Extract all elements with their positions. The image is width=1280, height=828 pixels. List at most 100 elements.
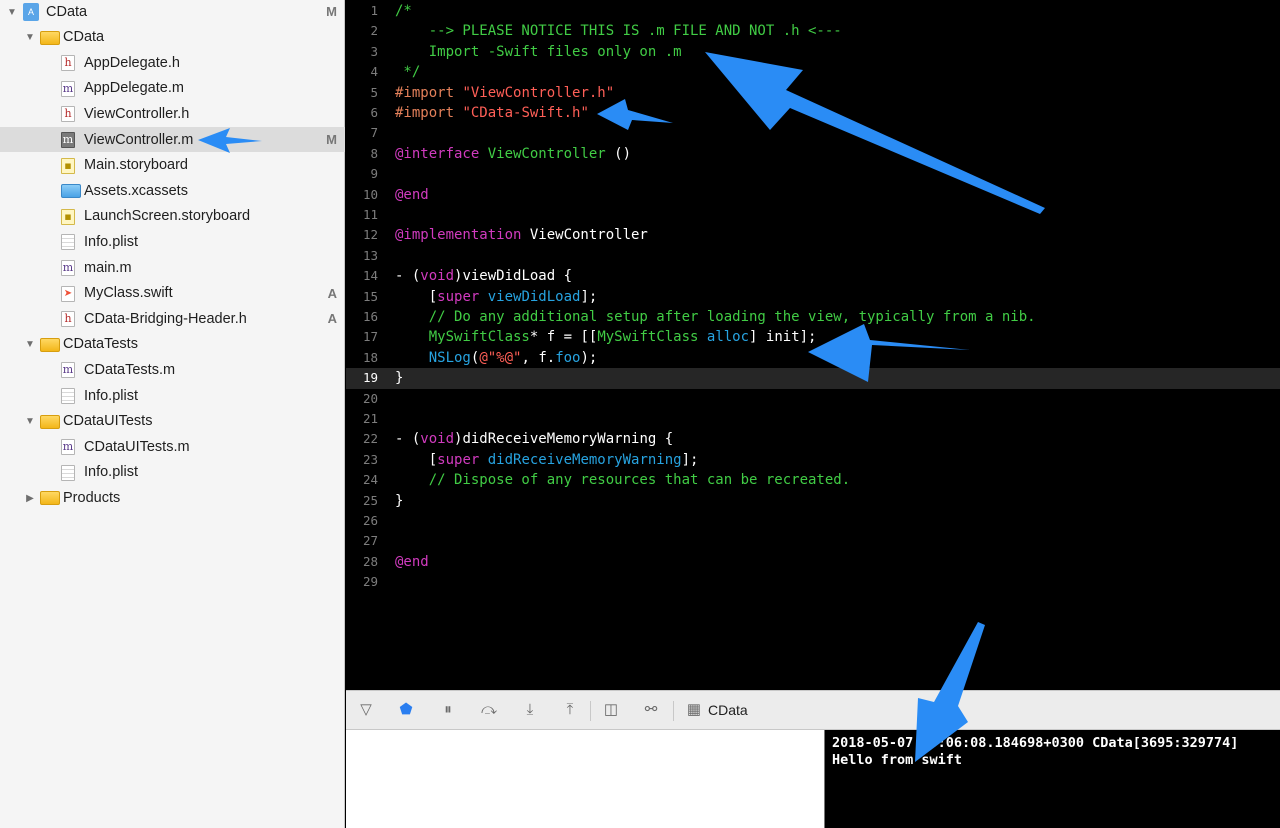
code-token: "ViewController.h" xyxy=(462,84,615,101)
code-line[interactable]: 5 #import "ViewController.h" xyxy=(346,83,1280,103)
code-line[interactable]: 23 [super didReceiveMemoryWarning]; xyxy=(346,450,1280,470)
swift-file-icon: ➤ xyxy=(61,285,75,302)
code-editor[interactable]: 1 /* 2 --> PLEASE NOTICE THIS IS .m FILE A… xyxy=(346,0,1280,690)
line-number: 17 xyxy=(362,329,378,345)
step-into-button[interactable]: ⤓ xyxy=(520,700,540,720)
objc-file-icon: m xyxy=(61,260,75,276)
code-token: MySwiftClass xyxy=(428,329,530,346)
navigator-item[interactable]: ▼ CDataUITests xyxy=(0,409,345,434)
navigator-item[interactable]: m ViewController.m M xyxy=(0,127,345,152)
line-number: 15 xyxy=(362,288,378,304)
code-text: - (void)didReceiveMemoryWarning { xyxy=(395,429,673,449)
navigator-item[interactable]: ▼ CData xyxy=(0,25,345,50)
navigator-item[interactable]: h CData-Bridging-Header.h A xyxy=(0,306,345,331)
header-file-icon: h xyxy=(61,106,75,123)
code-line[interactable]: 14 - (void)viewDidLoad { xyxy=(346,266,1280,286)
pause-button[interactable]: ⏸ xyxy=(438,700,458,720)
line-number: 4 xyxy=(370,64,378,80)
view-debugger-button[interactable]: ◫ xyxy=(601,700,621,720)
code-line[interactable]: 6 #import "CData-Swift.h" xyxy=(346,103,1280,123)
console-line: Hello from swift xyxy=(832,752,963,768)
line-number: 11 xyxy=(362,207,378,222)
code-line[interactable]: 28 @end xyxy=(346,552,1280,572)
step-out-icon: ⤒ xyxy=(566,701,574,718)
debug-target-label[interactable]: CData xyxy=(708,702,748,718)
plist-file-icon xyxy=(61,234,75,251)
source-control-status-badge: M xyxy=(326,132,337,147)
navigator-item[interactable]: ▪ Main.storyboard xyxy=(0,153,345,178)
code-text: @end xyxy=(395,552,429,572)
code-line[interactable]: 26 xyxy=(346,511,1280,531)
navigator-item[interactable]: ▶ Products xyxy=(0,485,345,510)
variables-view[interactable] xyxy=(346,730,824,828)
code-line[interactable]: 18 NSLog(@"%@", f.foo); xyxy=(346,348,1280,368)
breakpoints-toggle-button[interactable]: ⬟ xyxy=(396,700,416,720)
step-out-button[interactable]: ⤒ xyxy=(560,700,580,720)
code-line[interactable]: 27 xyxy=(346,531,1280,551)
navigator-item[interactable]: ▼ A CData M xyxy=(0,0,345,24)
disclosure-open-icon[interactable]: ▼ xyxy=(24,32,36,44)
disclosure-open-icon[interactable]: ▼ xyxy=(6,6,18,18)
code-line[interactable]: 24 // Dispose of any resources that can … xyxy=(346,470,1280,490)
objc-file-icon: m xyxy=(61,80,75,97)
code-line[interactable]: 2 --> PLEASE NOTICE THIS IS .m FILE AND … xyxy=(346,21,1280,41)
code-line[interactable]: 1 /* xyxy=(346,1,1280,21)
code-line[interactable]: 9 xyxy=(346,164,1280,184)
code-line[interactable]: 13 xyxy=(346,246,1280,266)
navigator-item[interactable]: m main.m xyxy=(0,255,345,280)
code-line[interactable]: 29 xyxy=(346,572,1280,592)
code-line[interactable]: 4 */ xyxy=(346,62,1280,82)
navigator-item[interactable]: m CDataTests.m xyxy=(0,357,345,382)
code-token: ]; xyxy=(681,451,699,468)
memory-graph-button[interactable]: ⚯ xyxy=(641,700,661,720)
code-line[interactable]: 21 xyxy=(346,409,1280,429)
line-number: 25 xyxy=(362,492,378,508)
code-line[interactable]: 10 @end xyxy=(346,185,1280,205)
navigator-item[interactable]: Info.plist xyxy=(0,460,345,485)
folder-icon xyxy=(40,491,60,506)
code-line[interactable]: 3 Import -Swift files only on .m xyxy=(346,42,1280,62)
navigator-item[interactable]: h AppDelegate.h xyxy=(0,50,345,75)
code-text: */ xyxy=(395,62,420,82)
disclosure-open-icon[interactable]: ▼ xyxy=(24,339,36,351)
code-line[interactable]: 20 xyxy=(346,389,1280,409)
code-line[interactable]: 15 [super viewDidLoad]; xyxy=(346,287,1280,307)
code-token: ViewController xyxy=(487,145,606,162)
code-line[interactable]: 11 xyxy=(346,205,1280,225)
disclosure-closed-icon[interactable]: ▶ xyxy=(24,492,36,504)
line-number: 21 xyxy=(362,411,378,426)
navigator-item-label: CDataUITests xyxy=(63,413,153,430)
code-line[interactable]: 19} xyxy=(346,368,1280,389)
source-control-status-badge: A xyxy=(327,285,337,301)
line-number: 16 xyxy=(362,309,378,324)
console-line: 2018-05-07 15:06:08.184698+0300 CData[36… xyxy=(832,735,1239,751)
navigator-item-label: AppDelegate.m xyxy=(84,80,184,97)
navigator-item[interactable]: ▪ LaunchScreen.storyboard xyxy=(0,204,345,229)
code-token: @interface xyxy=(395,145,488,162)
hide-debug-area-button[interactable]: ▽ xyxy=(356,700,376,720)
step-over-button[interactable]: ⤼ xyxy=(479,700,499,720)
navigator-item[interactable]: Assets.xcassets xyxy=(0,178,345,203)
code-line[interactable]: 22 - (void)didReceiveMemoryWarning { xyxy=(346,429,1280,449)
code-line[interactable]: 7 xyxy=(346,123,1280,143)
navigator-item[interactable]: m AppDelegate.m xyxy=(0,76,345,101)
navigator-item[interactable]: Info.plist xyxy=(0,383,345,408)
toolbar-separator xyxy=(590,701,591,721)
navigator-item[interactable]: ▼ CDataTests xyxy=(0,332,345,357)
code-text: /* xyxy=(395,1,412,21)
disclosure-open-icon[interactable]: ▼ xyxy=(24,416,36,428)
code-line[interactable]: 25} xyxy=(346,491,1280,511)
code-line[interactable]: 8 @interface ViewController () xyxy=(346,144,1280,164)
code-token: - ( xyxy=(395,268,421,285)
code-text: // Do any additional setup after loading… xyxy=(395,307,1036,327)
code-line[interactable]: 16 // Do any additional setup after load… xyxy=(346,307,1280,327)
navigator-item[interactable]: ➤ MyClass.swift A xyxy=(0,281,345,306)
console-output[interactable]: 2018-05-07 15:06:08.184698+0300 CData[36… xyxy=(824,730,1280,828)
code-line[interactable]: 12 @implementation ViewController xyxy=(346,225,1280,245)
code-line[interactable]: 17 MySwiftClass* f = [[MySwiftClass allo… xyxy=(346,327,1280,347)
code-token: "CData-Swift.h" xyxy=(462,105,589,121)
navigator-item[interactable]: Info.plist xyxy=(0,229,345,254)
code-token: ] init]; xyxy=(749,329,817,346)
navigator-item[interactable]: m CDataUITests.m xyxy=(0,434,345,459)
navigator-item[interactable]: h ViewController.h xyxy=(0,101,345,126)
